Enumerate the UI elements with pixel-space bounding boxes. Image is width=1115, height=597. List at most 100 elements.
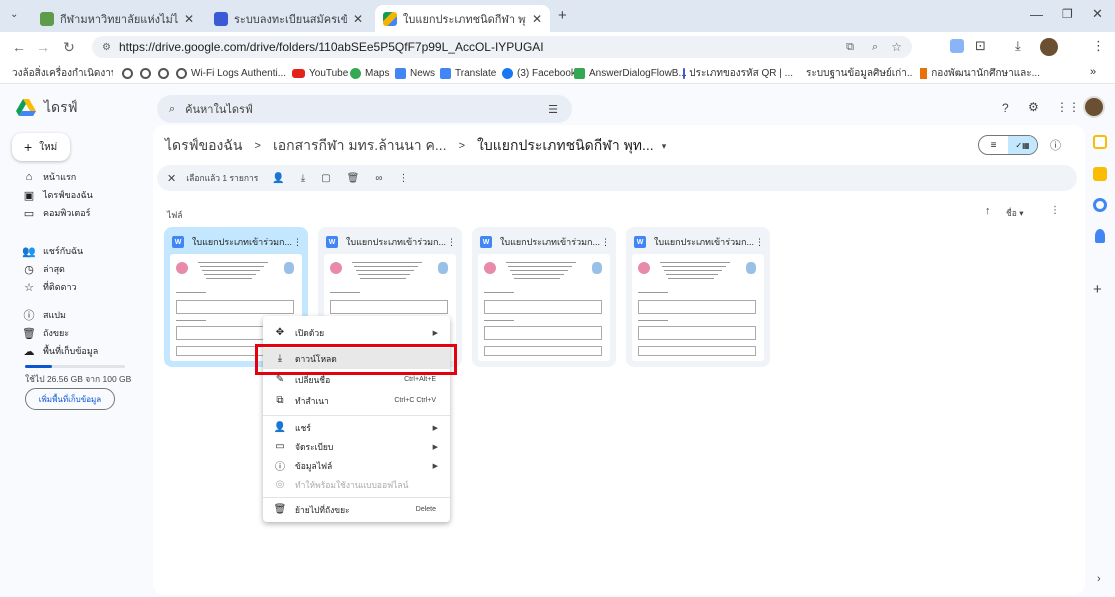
bookmark-star-icon[interactable]: ☆ (891, 40, 902, 54)
globe-icon[interactable] (140, 68, 151, 79)
tasks-icon[interactable] (1093, 198, 1107, 212)
sort-more-icon[interactable]: ⋮ (1050, 205, 1060, 216)
expand-panel-icon[interactable]: › (1097, 573, 1101, 585)
new-tab-button[interactable]: + (558, 7, 567, 24)
add-addon-icon[interactable]: + (1093, 281, 1102, 298)
sort-by-name[interactable]: ชื่อ ▾ (1006, 206, 1024, 220)
download-icon[interactable]: ⤓ (301, 173, 305, 184)
restore-icon[interactable]: ❐ (1062, 7, 1073, 21)
search-bar[interactable]: ⌕ ค้นหาในไดรฟ์ ☰ (157, 95, 572, 123)
computer-icon: ▭ (23, 207, 35, 220)
settings-gear-icon[interactable]: ⚙ (1028, 100, 1039, 114)
reload-icon[interactable]: ↻ (60, 38, 78, 56)
sidebar-item-shared[interactable]: 👥 แชร์กับฉัน (22, 241, 83, 261)
file-more-icon[interactable]: ⋮ (601, 237, 610, 248)
file-card[interactable]: W ใบแยกประเภทเข้าร่วมก... ⋮ (472, 227, 616, 367)
account-avatar[interactable] (1083, 96, 1105, 118)
move-folder-icon[interactable]: ▢ (321, 173, 330, 184)
breadcrumb: ไดรฟ์ของฉัน > เอกสารกีฬา มทร.ล้านนา ค...… (165, 135, 666, 157)
breadcrumb-my-drive[interactable]: ไดรฟ์ของฉัน (165, 135, 243, 157)
apps-grid-icon[interactable]: ⋮⋮ (1056, 100, 1080, 114)
bookmark-maps[interactable]: Maps (350, 65, 389, 81)
extension-icon[interactable] (950, 39, 964, 53)
share-person-icon[interactable]: 👤 (272, 173, 284, 184)
new-button[interactable]: + ใหม่ (12, 133, 70, 161)
url-text: https://drive.google.com/drive/folders/1… (118, 40, 544, 54)
sidebar-item-my-drive[interactable]: ▣ ไดรฟ์ของฉัน (22, 185, 93, 205)
sidebar-item-spam[interactable]: ⓘ สแปม (22, 305, 66, 325)
file-more-icon[interactable]: ⋮ (447, 237, 456, 248)
bookmark-news[interactable]: News (395, 65, 435, 81)
tab-2-active[interactable]: ใบแยกประเภทชนิดกีฬา พุทธรักษาก ✕ (375, 5, 550, 32)
forward-icon[interactable]: → (34, 38, 52, 56)
bookmark-facebook[interactable]: (3) Facebook (502, 65, 576, 81)
search-icon[interactable]: ⌕ (169, 103, 175, 116)
bookmark-youtube[interactable]: YouTube (292, 65, 348, 81)
bookmark-translate[interactable]: Translate (440, 65, 496, 81)
close-icon[interactable]: ✕ (353, 12, 363, 26)
minimize-icon[interactable]: — (1030, 7, 1043, 22)
details-info-icon[interactable]: ⓘ (1050, 137, 1061, 153)
bookmark-0[interactable]: วงล้อสิ่งเครื่องกำเนิดงาน... (8, 65, 113, 81)
back-icon[interactable]: ← (10, 38, 28, 56)
downloads-icon[interactable]: ⤓ (1015, 38, 1021, 54)
grid-view-icon[interactable]: ✓▦ (1008, 136, 1037, 154)
sort-direction-icon[interactable]: ↑ (985, 205, 991, 217)
contacts-icon[interactable] (1095, 229, 1105, 243)
profile-avatar-icon[interactable] (1040, 38, 1058, 56)
sidebar-item-starred[interactable]: ☆ ที่ติดดาว (22, 277, 77, 297)
search-options-icon[interactable]: ☰ (548, 103, 558, 116)
site-info-icon[interactable]: ⚙ (102, 42, 111, 53)
breadcrumb-current-folder[interactable]: ใบแยกประเภทชนิดกีฬา พุท... (477, 135, 654, 157)
menu-item-open-with[interactable]: ✥ เปิดด้วย ▶ (263, 322, 450, 343)
menu-item-share[interactable]: 👤 แชร์ ▶ (263, 417, 450, 438)
install-app-icon[interactable]: ⧉ (846, 41, 854, 54)
list-view-icon[interactable]: ≡ (979, 136, 1008, 154)
selection-count: เลือกแล้ว 1 รายการ (186, 173, 259, 183)
link-icon[interactable]: ∞ (375, 173, 382, 184)
file-card[interactable]: W ใบแยกประเภทเข้าร่วมก... ⋮ (626, 227, 770, 367)
submenu-arrow-icon: ▶ (432, 462, 438, 470)
sidebar-item-computers[interactable]: ▭ คอมพิวเตอร์ (22, 203, 91, 223)
bookmark-dialogflow[interactable]: AnswerDialogFlowB... (574, 65, 687, 81)
get-more-storage-button[interactable]: เพิ่มพื้นที่เก็บข้อมูล (25, 388, 115, 410)
sidebar-item-storage[interactable]: ☁ พื้นที่เก็บข้อมูล (22, 341, 99, 361)
window-close-icon[interactable]: ✕ (1092, 6, 1103, 22)
menu-shortcut: Ctrl+C Ctrl+V (394, 397, 436, 404)
help-icon[interactable]: ? (1002, 101, 1009, 115)
more-actions-icon[interactable]: ⋮ (398, 173, 408, 184)
file-more-icon[interactable]: ⋮ (293, 237, 302, 248)
tab-0[interactable]: กีฬามหาวิทยาลัยแห่งไม่ได้ราชมงคล ✕ (32, 5, 202, 32)
menu-item-move-to-trash[interactable]: 🗑 ย้ายไปที่ถังขยะ Delete (263, 499, 450, 520)
bookmarks-overflow-button[interactable]: » (1090, 66, 1096, 78)
menu-item-copy[interactable]: ⧉ ทำสำเนา Ctrl+C Ctrl+V (263, 390, 450, 411)
close-icon[interactable]: ✕ (184, 12, 194, 26)
tab-1[interactable]: ระบบลงทะเบียนสมัครเข้าร่วมการแข่ง ✕ (206, 5, 371, 32)
drive-logo[interactable]: ไดรฟ์ (16, 97, 78, 119)
file-more-icon[interactable]: ⋮ (755, 237, 764, 248)
bookmark-alumni[interactable]: ระบบฐานข้อมูลศิษย์เก่า... (802, 65, 912, 81)
zoom-icon[interactable]: ⌕ (872, 41, 878, 54)
calendar-icon[interactable] (1093, 135, 1107, 149)
breadcrumb-folder[interactable]: เอกสารกีฬา มทร.ล้านนา ค... (273, 135, 447, 157)
bookmark-student-affairs[interactable]: กองพัฒนานักศึกษาและ... (920, 65, 1040, 81)
address-bar[interactable]: ⚙ https://drive.google.com/drive/folders… (92, 36, 912, 58)
globe-icon[interactable] (122, 68, 133, 79)
clear-selection-icon[interactable]: ✕ (167, 172, 176, 185)
bookmark-qr[interactable]: ประเภทของรหัส QR | ... (683, 65, 793, 81)
bookmark-1[interactable]: Wi-Fi Logs Authenti... (176, 65, 286, 81)
storage-text: ใช้ไป 26.56 GB จาก 100 GB (25, 374, 132, 384)
keep-icon[interactable] (1093, 167, 1107, 181)
sidebar-item-trash[interactable]: 🗑 ถังขยะ (22, 323, 69, 343)
menu-item-organize[interactable]: ▭ จัดระเบียบ ▶ (263, 436, 450, 457)
caret-down-icon[interactable]: ▾ (662, 141, 667, 152)
menu-item-file-info[interactable]: ⓘ ข้อมูลไฟล์ ▶ (263, 455, 450, 476)
tab-search-icon[interactable]: ⌄ (10, 9, 18, 20)
browser-menu-icon[interactable]: ⋮ (1092, 38, 1105, 54)
globe-icon[interactable] (158, 68, 169, 79)
sidebar-item-home[interactable]: ⌂ หน้าแรก (22, 167, 77, 187)
trash-icon[interactable]: 🗑 (347, 173, 360, 184)
close-icon[interactable]: ✕ (532, 12, 542, 26)
sidebar-item-recent[interactable]: ◷ ล่าสุด (22, 259, 65, 279)
extensions-puzzle-icon[interactable]: ⊡ (975, 38, 986, 54)
